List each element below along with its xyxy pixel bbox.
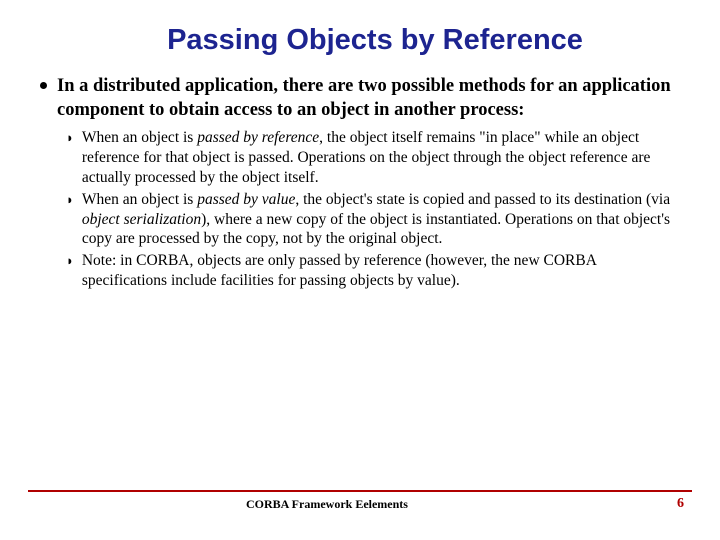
arrow-icon: ◗: [66, 253, 74, 268]
arrow-icon: ◗: [66, 192, 74, 207]
sub-item-3: Note: in CORBA, objects are only passed …: [82, 251, 680, 291]
sub-item-1: When an object is passed by reference, t…: [82, 128, 680, 187]
footer-title: CORBA Framework Eelements: [0, 497, 654, 512]
divider: [28, 490, 692, 492]
footer-row: CORBA Framework Eelements 6: [0, 496, 720, 512]
sub-item-2: When an object is passed by value, the o…: [82, 190, 680, 249]
slide: Passing Objects by Reference In a distri…: [0, 0, 720, 540]
footer: CORBA Framework Eelements 6: [0, 490, 720, 512]
page-number: 6: [654, 496, 684, 512]
intro-text: In a distributed application, there are …: [57, 75, 680, 122]
bullet-level1: In a distributed application, there are …: [40, 75, 680, 122]
bullet-level2: ◗ Note: in CORBA, objects are only passe…: [66, 251, 680, 291]
slide-title: Passing Objects by Reference: [70, 24, 680, 57]
bullet-level2: ◗ When an object is passed by reference,…: [66, 128, 680, 187]
arrow-icon: ◗: [66, 130, 74, 145]
bullet-level2: ◗ When an object is passed by value, the…: [66, 190, 680, 249]
bullet-dot-icon: [40, 82, 47, 89]
